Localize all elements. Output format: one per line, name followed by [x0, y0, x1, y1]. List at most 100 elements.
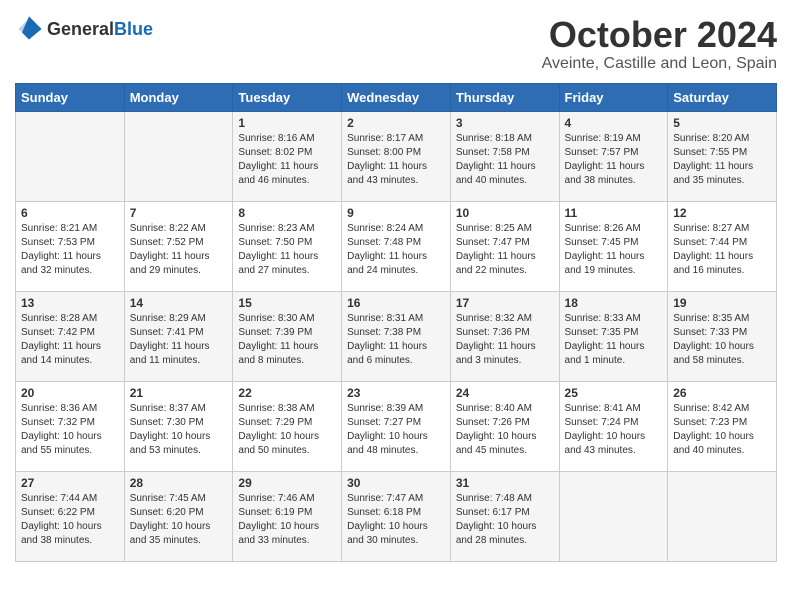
- day-number: 13: [21, 296, 119, 310]
- week-row-5: 27Sunrise: 7:44 AMSunset: 6:22 PMDayligh…: [16, 471, 777, 561]
- day-header-saturday: Saturday: [668, 83, 777, 111]
- calendar-cell: 6Sunrise: 8:21 AMSunset: 7:53 PMDaylight…: [16, 201, 125, 291]
- day-info: Sunrise: 8:21 AMSunset: 7:53 PMDaylight:…: [21, 222, 119, 278]
- location-title: Aveinte, Castille and Leon, Spain: [542, 55, 777, 73]
- day-header-thursday: Thursday: [450, 83, 559, 111]
- calendar-cell: 15 Sunrise: 8:30 AMSunset: 7:39 PMDayligh…: [233, 291, 342, 381]
- calendar-header-row: SundayMondayTuesdayWednesdayThursdayFrid…: [16, 83, 777, 111]
- day-number: 20: [21, 386, 119, 400]
- calendar-cell: 19 Sunrise: 8:35 AMSunset: 7:33 PMDayligh…: [668, 291, 777, 381]
- day-number: 27: [21, 476, 119, 490]
- day-number: 3: [456, 116, 554, 130]
- week-row-4: 20Sunrise: 8:36 AMSunset: 7:32 PMDayligh…: [16, 381, 777, 471]
- day-number: 11: [565, 206, 663, 220]
- day-header-monday: Monday: [124, 83, 233, 111]
- day-number: 22: [238, 386, 336, 400]
- calendar-cell: 13 Sunrise: 8:28 AMSunset: 7:42 PMDayligh…: [16, 291, 125, 381]
- day-info: Sunrise: 7:46 AMSunset: 6:19 PMDaylight:…: [238, 492, 336, 548]
- day-number: 2: [347, 116, 445, 130]
- calendar-cell: 28 Sunrise: 7:45 AMSunset: 6:20 PMDayligh…: [124, 471, 233, 561]
- day-info: Sunrise: 8:26 AMSunset: 7:45 PMDaylight:…: [565, 222, 663, 278]
- day-number: 25: [565, 386, 663, 400]
- calendar-table: SundayMondayTuesdayWednesdayThursdayFrid…: [15, 83, 777, 562]
- logo: General Blue: [15, 15, 153, 43]
- day-info: Sunrise: 8:16 AMSunset: 8:02 PMDaylight:…: [238, 132, 336, 188]
- day-number: 21: [130, 386, 228, 400]
- day-number: 7: [130, 206, 228, 220]
- day-info: Sunrise: 8:30 AMSunset: 7:39 PMDaylight:…: [238, 312, 336, 368]
- day-number: 1: [238, 116, 336, 130]
- calendar-cell: 8 Sunrise: 8:23 AMSunset: 7:50 PMDaylight…: [233, 201, 342, 291]
- day-info: Sunrise: 8:23 AMSunset: 7:50 PMDaylight:…: [238, 222, 336, 278]
- day-number: 8: [238, 206, 336, 220]
- calendar-cell: 27Sunrise: 7:44 AMSunset: 6:22 PMDayligh…: [16, 471, 125, 561]
- calendar-cell: 5 Sunrise: 8:20 AMSunset: 7:55 PMDaylight…: [668, 111, 777, 201]
- day-number: 4: [565, 116, 663, 130]
- day-number: 15: [238, 296, 336, 310]
- day-info: Sunrise: 8:22 AMSunset: 7:52 PMDaylight:…: [130, 222, 228, 278]
- day-info: Sunrise: 8:41 AMSunset: 7:24 PMDaylight:…: [565, 402, 663, 458]
- day-number: 28: [130, 476, 228, 490]
- calendar-cell: 26 Sunrise: 8:42 AMSunset: 7:23 PMDayligh…: [668, 381, 777, 471]
- day-info: Sunrise: 8:17 AMSunset: 8:00 PMDaylight:…: [347, 132, 445, 188]
- calendar-cell: 24 Sunrise: 8:40 AMSunset: 7:26 PMDayligh…: [450, 381, 559, 471]
- day-info: Sunrise: 8:32 AMSunset: 7:36 PMDaylight:…: [456, 312, 554, 368]
- calendar-cell: 11 Sunrise: 8:26 AMSunset: 7:45 PMDayligh…: [559, 201, 668, 291]
- day-number: 23: [347, 386, 445, 400]
- calendar-cell: 23 Sunrise: 8:39 AMSunset: 7:27 PMDayligh…: [342, 381, 451, 471]
- calendar-cell: [124, 111, 233, 201]
- day-info: Sunrise: 8:42 AMSunset: 7:23 PMDaylight:…: [673, 402, 771, 458]
- day-info: Sunrise: 8:27 AMSunset: 7:44 PMDaylight:…: [673, 222, 771, 278]
- calendar-cell: 25 Sunrise: 8:41 AMSunset: 7:24 PMDayligh…: [559, 381, 668, 471]
- day-number: 12: [673, 206, 771, 220]
- calendar-cell: 10 Sunrise: 8:25 AMSunset: 7:47 PMDayligh…: [450, 201, 559, 291]
- calendar-body: 1 Sunrise: 8:16 AMSunset: 8:02 PMDaylight…: [16, 111, 777, 561]
- calendar-cell: 20Sunrise: 8:36 AMSunset: 7:32 PMDayligh…: [16, 381, 125, 471]
- day-info: Sunrise: 8:33 AMSunset: 7:35 PMDaylight:…: [565, 312, 663, 368]
- day-info: Sunrise: 8:31 AMSunset: 7:38 PMDaylight:…: [347, 312, 445, 368]
- day-number: 9: [347, 206, 445, 220]
- day-info: Sunrise: 8:28 AMSunset: 7:42 PMDaylight:…: [21, 312, 119, 368]
- month-title: October 2024: [542, 15, 777, 55]
- day-info: Sunrise: 7:45 AMSunset: 6:20 PMDaylight:…: [130, 492, 228, 548]
- calendar-cell: [668, 471, 777, 561]
- day-info: Sunrise: 8:24 AMSunset: 7:48 PMDaylight:…: [347, 222, 445, 278]
- week-row-3: 13 Sunrise: 8:28 AMSunset: 7:42 PMDayligh…: [16, 291, 777, 381]
- day-header-friday: Friday: [559, 83, 668, 111]
- day-info: Sunrise: 8:37 AMSunset: 7:30 PMDaylight:…: [130, 402, 228, 458]
- calendar-cell: [559, 471, 668, 561]
- calendar-cell: 9 Sunrise: 8:24 AMSunset: 7:48 PMDaylight…: [342, 201, 451, 291]
- day-number: 14: [130, 296, 228, 310]
- day-number: 19: [673, 296, 771, 310]
- day-info: Sunrise: 8:29 AMSunset: 7:41 PMDaylight:…: [130, 312, 228, 368]
- calendar-cell: 29Sunrise: 7:46 AMSunset: 6:19 PMDayligh…: [233, 471, 342, 561]
- day-header-tuesday: Tuesday: [233, 83, 342, 111]
- day-number: 26: [673, 386, 771, 400]
- day-number: 10: [456, 206, 554, 220]
- day-number: 5: [673, 116, 771, 130]
- logo-icon: [15, 15, 43, 43]
- calendar-cell: 12 Sunrise: 8:27 AMSunset: 7:44 PMDayligh…: [668, 201, 777, 291]
- day-number: 18: [565, 296, 663, 310]
- page-header: General Blue October 2024 Aveinte, Casti…: [15, 15, 777, 73]
- day-info: Sunrise: 8:39 AMSunset: 7:27 PMDaylight:…: [347, 402, 445, 458]
- calendar-cell: 30Sunrise: 7:47 AMSunset: 6:18 PMDayligh…: [342, 471, 451, 561]
- day-header-sunday: Sunday: [16, 83, 125, 111]
- calendar-cell: 14 Sunrise: 8:29 AMSunset: 7:41 PMDayligh…: [124, 291, 233, 381]
- title-section: October 2024 Aveinte, Castille and Leon,…: [542, 15, 777, 73]
- day-info: Sunrise: 8:25 AMSunset: 7:47 PMDaylight:…: [456, 222, 554, 278]
- calendar-cell: [16, 111, 125, 201]
- calendar-cell: 16Sunrise: 8:31 AMSunset: 7:38 PMDayligh…: [342, 291, 451, 381]
- day-info: Sunrise: 8:35 AMSunset: 7:33 PMDaylight:…: [673, 312, 771, 368]
- calendar-cell: 17Sunrise: 8:32 AMSunset: 7:36 PMDayligh…: [450, 291, 559, 381]
- week-row-1: 1 Sunrise: 8:16 AMSunset: 8:02 PMDaylight…: [16, 111, 777, 201]
- day-info: Sunrise: 8:40 AMSunset: 7:26 PMDaylight:…: [456, 402, 554, 458]
- calendar-cell: 7 Sunrise: 8:22 AMSunset: 7:52 PMDaylight…: [124, 201, 233, 291]
- calendar-cell: 21 Sunrise: 8:37 AMSunset: 7:30 PMDayligh…: [124, 381, 233, 471]
- logo-text-blue: Blue: [114, 19, 153, 40]
- calendar-cell: 31Sunrise: 7:48 AMSunset: 6:17 PMDayligh…: [450, 471, 559, 561]
- day-info: Sunrise: 8:20 AMSunset: 7:55 PMDaylight:…: [673, 132, 771, 188]
- day-info: Sunrise: 7:47 AMSunset: 6:18 PMDaylight:…: [347, 492, 445, 548]
- day-info: Sunrise: 8:18 AMSunset: 7:58 PMDaylight:…: [456, 132, 554, 188]
- day-number: 24: [456, 386, 554, 400]
